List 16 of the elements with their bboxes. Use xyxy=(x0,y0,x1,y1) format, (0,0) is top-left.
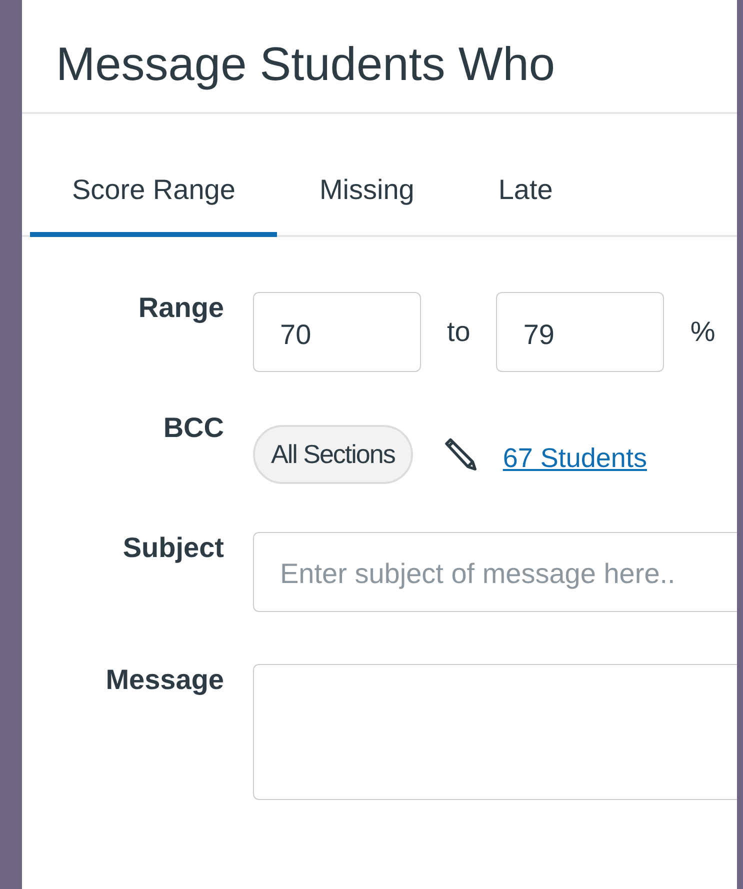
field-label: Subject xyxy=(122,532,224,565)
range-from-field[interactable]: 70 xyxy=(253,292,421,372)
subject-field[interactable]: Enter subject of message here.. xyxy=(253,532,737,612)
tab[interactable]: Missing xyxy=(277,160,456,237)
range-to-field[interactable]: 79 xyxy=(496,292,664,372)
unit-label: % xyxy=(690,316,716,348)
dialog-title: Message Students Who xyxy=(22,0,737,114)
tab[interactable]: Score Range xyxy=(30,160,278,237)
tab[interactable]: Late xyxy=(456,160,595,237)
range-separator: to xyxy=(447,316,470,348)
message-field[interactable] xyxy=(253,664,737,800)
students-link[interactable]: 67 Students xyxy=(502,442,647,474)
field-label: Range xyxy=(137,292,224,325)
field-label: BCC xyxy=(162,412,224,445)
section-chip[interactable]: All Sections xyxy=(253,424,413,484)
field-label: Message xyxy=(104,664,224,697)
